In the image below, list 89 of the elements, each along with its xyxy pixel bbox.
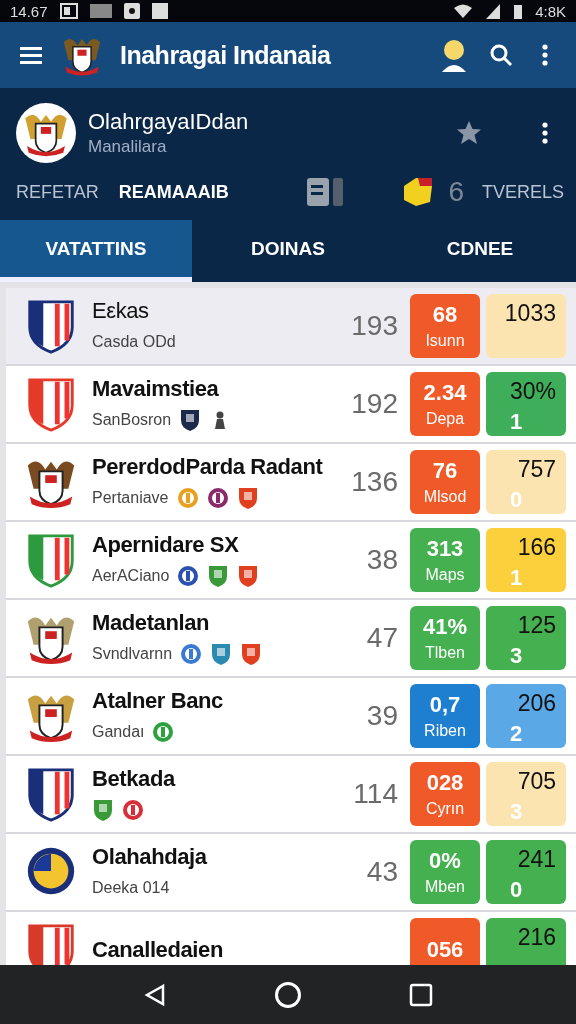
team-name: Mavaimstiea [92,376,220,402]
team-subtitle: Pertaniave [92,489,169,507]
score-sub: 1 [509,409,523,435]
stat-label: Riben [424,722,466,740]
book-icon[interactable] [306,176,345,208]
team-name: Apernidare SX [92,532,240,558]
rank-number: 192 [351,388,398,420]
score-sub: 1 [509,565,523,591]
notification-icon [151,3,168,19]
profile-subtitle: Manalilara [88,137,168,157]
count-text: 6 [448,176,464,208]
stat-label: Cyrın [425,800,465,818]
stat-value: 313 [426,536,464,562]
team-name: Olahahdaja [92,844,208,870]
flag-icon[interactable] [402,176,435,208]
score-value: 757 [517,456,556,483]
stat-value: 028 [426,770,464,796]
team-row[interactable]: Canalledaien 056 216 [6,912,576,965]
score-value: 241 [517,846,556,873]
signal-icon [485,3,502,19]
stat-value: 0,7 [429,692,461,718]
team-name: Canalledaien [92,937,224,963]
stat-value: 76 [432,458,458,484]
score-value: 1033 [504,300,556,327]
team-name: Madetanlan [92,610,211,636]
profile-name: OlahrgayaIDdan [88,109,250,135]
rank-number: 47 [366,622,398,654]
header-link[interactable]: REFETAR [16,181,99,203]
score-value: 30% [509,378,556,405]
score-value: 206 [517,690,556,717]
rank-number: 193 [351,310,398,342]
tab[interactable]: VATATTINS [0,220,192,282]
team-subtitle: Gandaı [92,723,145,741]
score-value: 125 [517,612,556,639]
stat-label: Maps [425,566,465,584]
score-sub: 3 [509,799,523,825]
team-row[interactable]: Eεkas Casda ODd 193 68 Isunn 1033 [6,288,576,366]
home-icon[interactable] [274,980,302,1009]
stat-label: Mben [425,878,465,896]
search-icon[interactable] [488,42,514,68]
notification-icon [59,3,78,19]
stat-value: 0% [429,848,461,874]
star-icon[interactable] [456,120,482,146]
team-row[interactable]: Olahahdaja Deeka 014 43 0% Mben 241 0 [6,834,576,912]
team-name: Atalner Banc [92,688,224,714]
stat-value: 41% [422,614,467,640]
wifi-icon [453,3,474,19]
score-sub: 2 [509,721,523,747]
team-subtitle: Deeka 014 [92,879,170,897]
team-row[interactable]: Atalner Banc Gandaı 39 0,7 Riben 206 2 [6,678,576,756]
app-title: Inahragai Indanaia [120,40,332,70]
header-link[interactable]: REAMAAAIB [118,181,229,203]
rank-number: 38 [366,544,398,576]
stat-label: Isunn [425,332,465,350]
stat-label: Mlsod [423,488,467,506]
team-row[interactable]: Betkada 114 028 Cyrın 705 3 [6,756,576,834]
notification-icon [89,4,112,18]
team-name: Eεkas [92,298,150,324]
battery-icon [513,3,524,19]
team-subtitle: AerACiano [92,567,170,585]
stat-value: 68 [432,302,458,328]
team-name: PererdodParda Radant [92,454,324,480]
clock-text: 14.67 [10,2,48,20]
rank-number: 43 [366,856,398,888]
score-value: 166 [517,534,556,561]
notification-icon [123,3,140,19]
header-label: TVERELS [481,181,564,203]
recents-icon[interactable] [408,982,433,1007]
rank-number: 114 [353,778,398,810]
team-subtitle: Casda ODd [92,333,176,351]
stat-value: 056 [426,937,464,963]
stat-value: 2.34 [423,380,467,406]
stat-label: Depa [425,410,465,428]
team-name: Betkada [92,766,177,792]
team-subtitle: Svndlvarnn [92,645,173,663]
stat-label: Tlben [425,644,465,662]
score-sub: 0 [509,487,523,513]
rank-number: 39 [366,700,398,732]
status-text: 4:8K [535,2,566,20]
score-sub: 0 [509,877,523,903]
rank-number: 136 [351,466,398,498]
score-sub: 3 [509,643,523,669]
score-value: 216 [517,924,556,951]
team-row[interactable]: Mavaimstiea SanBosron 192 2.34 Depa 30% 1 [6,366,576,444]
team-row[interactable]: Madetanlan Svndlvarnn 47 41% Tlben 125 3 [6,600,576,678]
team-row[interactable]: Apernidare SX AerACiano 38 313 Maps 166 1 [6,522,576,600]
score-value: 705 [517,768,556,795]
team-subtitle: SanBosron [92,411,172,429]
team-row[interactable]: PererdodParda Radant Pertaniave 136 76 Mlsod 757 0 [6,444,576,522]
